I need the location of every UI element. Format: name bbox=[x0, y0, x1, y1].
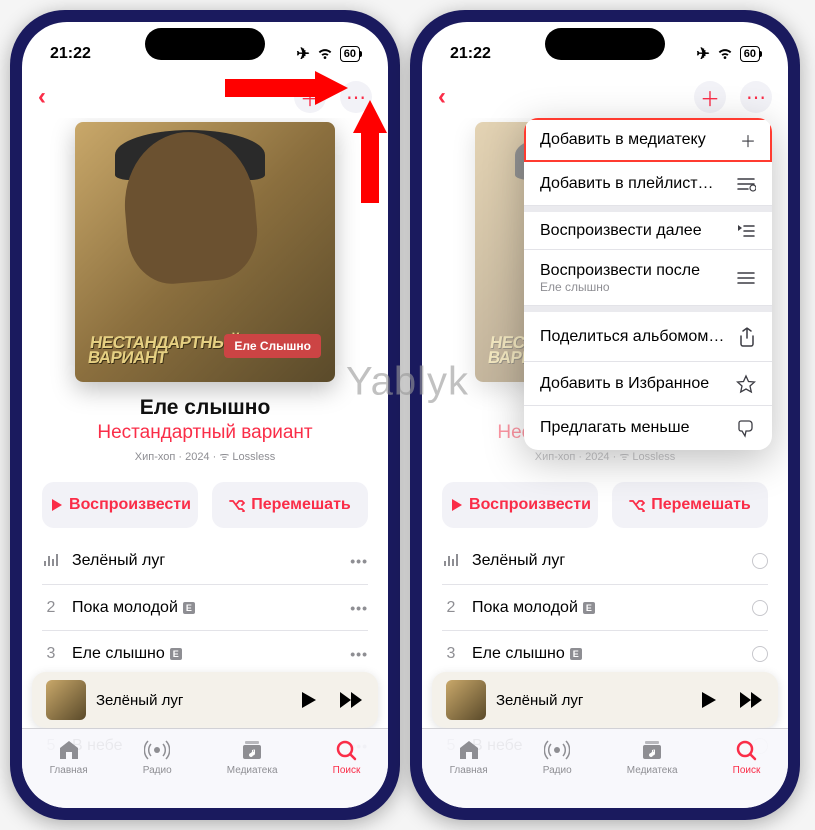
play-button[interactable]: Воспроизвести bbox=[42, 482, 198, 528]
now-playing-indicator-icon bbox=[44, 552, 58, 566]
queue-last-icon bbox=[736, 270, 756, 286]
menu-add-to-library[interactable]: Добавить в медиатеку ＋ bbox=[524, 118, 772, 162]
play-icon[interactable] bbox=[698, 690, 718, 710]
phone-left: 21:22 ✈︎ 60 ‹ ＋ ⋯ НЕСТАНДАРТНЫЙВАРИАНТ Е… bbox=[10, 10, 400, 820]
selection-circle[interactable] bbox=[752, 646, 768, 662]
menu-share-album[interactable]: Поделиться альбомом… bbox=[524, 306, 772, 362]
playlist-icon bbox=[736, 176, 756, 192]
album-meta: Хип-хоп · 2024 · ᯤ Lossless bbox=[42, 449, 368, 464]
airplane-icon: ✈︎ bbox=[296, 44, 309, 64]
menu-play-next[interactable]: Воспроизвести далее bbox=[524, 206, 772, 250]
forward-icon[interactable] bbox=[338, 690, 364, 710]
play-button[interactable]: Воспроизвести bbox=[442, 482, 598, 528]
menu-suggest-less[interactable]: Предлагать меньше bbox=[524, 406, 772, 450]
play-icon bbox=[449, 498, 463, 512]
search-icon bbox=[735, 739, 759, 761]
album-meta: Хип-хоп · 2024 · ᯤ Lossless bbox=[442, 449, 768, 464]
phone-right: 21:22 ✈︎ 60 ‹ ＋ ⋯ НЕСТАНДАРТНЫЙВАРИАНТ Е… bbox=[410, 10, 800, 820]
album-artist[interactable]: Нестандартный вариант bbox=[42, 422, 368, 444]
home-icon bbox=[57, 739, 81, 761]
tab-home[interactable]: Главная bbox=[50, 737, 88, 808]
screen-right: 21:22 ✈︎ 60 ‹ ＋ ⋯ НЕСТАНДАРТНЫЙВАРИАНТ Е… bbox=[422, 22, 788, 808]
queue-next-icon bbox=[736, 223, 756, 239]
tab-radio[interactable]: Радио bbox=[543, 737, 572, 808]
share-icon bbox=[738, 327, 756, 347]
library-icon bbox=[240, 739, 264, 761]
radio-icon bbox=[544, 739, 570, 761]
tab-search[interactable]: Поиск bbox=[333, 737, 361, 808]
now-playing-title: Зелёный луг bbox=[96, 692, 298, 709]
shuffle-icon bbox=[229, 498, 245, 512]
track-row[interactable]: 3 Еле слышноE ••• bbox=[42, 630, 368, 676]
radio-icon bbox=[144, 739, 170, 761]
track-row[interactable]: 3 Еле слышноE bbox=[442, 630, 768, 676]
track-row[interactable]: 2 Пока молодойE bbox=[442, 584, 768, 630]
now-playing-title: Зелёный луг bbox=[496, 692, 698, 709]
tab-radio[interactable]: Радио bbox=[143, 737, 172, 808]
tab-library[interactable]: Медиатека bbox=[627, 737, 678, 808]
explicit-badge: E bbox=[170, 648, 182, 660]
star-icon bbox=[736, 374, 756, 394]
track-more-icon[interactable]: ••• bbox=[350, 600, 368, 616]
now-playing-bar[interactable]: Зелёный луг bbox=[32, 672, 378, 728]
wifi-icon bbox=[716, 47, 734, 61]
explicit-badge: E bbox=[570, 648, 582, 660]
selection-circle[interactable] bbox=[752, 553, 768, 569]
plus-icon: ＋ bbox=[740, 128, 756, 152]
clock: 21:22 bbox=[50, 45, 91, 63]
track-row[interactable]: 2 Пока молодойE ••• bbox=[42, 584, 368, 630]
album-title: Еле слышно bbox=[42, 396, 368, 420]
tab-search[interactable]: Поиск bbox=[733, 737, 761, 808]
home-icon bbox=[457, 739, 481, 761]
shuffle-button[interactable]: Перемешать bbox=[612, 482, 768, 528]
play-icon[interactable] bbox=[298, 690, 318, 710]
clock: 21:22 bbox=[450, 45, 491, 63]
explicit-badge: E bbox=[183, 602, 195, 614]
play-icon bbox=[49, 498, 63, 512]
back-button[interactable]: ‹ bbox=[38, 83, 46, 111]
nav-bar: ‹ ＋ ⋯ bbox=[422, 76, 788, 118]
tab-bar: Главная Радио Медиатека Поиск bbox=[422, 728, 788, 808]
menu-add-favorite[interactable]: Добавить в Избранное bbox=[524, 362, 772, 406]
track-more-icon[interactable]: ••• bbox=[350, 553, 368, 569]
context-menu: Добавить в медиатеку ＋ Добавить в плейли… bbox=[524, 118, 772, 450]
search-icon bbox=[335, 739, 359, 761]
now-playing-indicator-icon bbox=[444, 552, 458, 566]
tab-library[interactable]: Медиатека bbox=[227, 737, 278, 808]
annotation-arrow bbox=[350, 98, 390, 208]
back-button[interactable]: ‹ bbox=[438, 83, 446, 111]
dynamic-island bbox=[145, 28, 265, 60]
more-button[interactable]: ⋯ bbox=[740, 81, 772, 113]
library-icon bbox=[640, 739, 664, 761]
track-row[interactable]: Зелёный луг bbox=[442, 538, 768, 584]
shuffle-button[interactable]: Перемешать bbox=[212, 482, 368, 528]
album-cover[interactable]: НЕСТАНДАРТНЫЙВАРИАНТ Еле Слышно bbox=[75, 122, 335, 382]
tab-home[interactable]: Главная bbox=[450, 737, 488, 808]
add-button[interactable]: ＋ bbox=[694, 81, 726, 113]
selection-circle[interactable] bbox=[752, 600, 768, 616]
annotation-arrow bbox=[220, 68, 350, 108]
dynamic-island bbox=[545, 28, 665, 60]
airplane-icon: ✈︎ bbox=[696, 44, 709, 64]
screen-left: 21:22 ✈︎ 60 ‹ ＋ ⋯ НЕСТАНДАРТНЫЙВАРИАНТ Е… bbox=[22, 22, 388, 808]
forward-icon[interactable] bbox=[738, 690, 764, 710]
tab-bar: Главная Радио Медиатека Поиск bbox=[22, 728, 388, 808]
wifi-icon bbox=[316, 47, 334, 61]
battery-icon: 60 bbox=[340, 46, 360, 62]
mini-cover bbox=[446, 680, 486, 720]
battery-icon: 60 bbox=[740, 46, 760, 62]
mini-cover bbox=[46, 680, 86, 720]
shuffle-icon bbox=[629, 498, 645, 512]
track-row[interactable]: Зелёный луг ••• bbox=[42, 538, 368, 584]
menu-add-to-playlist[interactable]: Добавить в плейлист… bbox=[524, 162, 772, 206]
menu-play-after[interactable]: Воспроизвести послеЕле слышно bbox=[524, 250, 772, 306]
track-more-icon[interactable]: ••• bbox=[350, 646, 368, 662]
now-playing-bar[interactable]: Зелёный луг bbox=[432, 672, 778, 728]
explicit-badge: E bbox=[583, 602, 595, 614]
thumbs-down-icon bbox=[736, 418, 756, 438]
